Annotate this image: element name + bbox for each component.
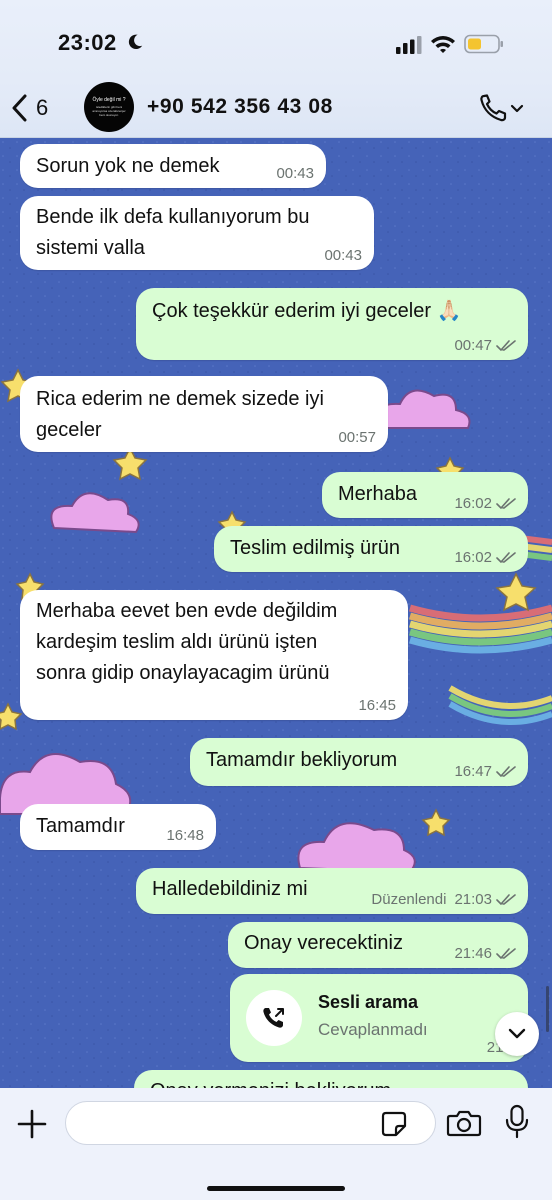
message-text: Onay verecektiniz [244,932,403,954]
message-bubble-outgoing[interactable]: Çok teşekkür ederim iyi geceler 🙏🏻 00:47 [136,288,528,360]
home-indicator [207,1186,345,1191]
message-text: Tamamdır [36,815,125,837]
message-time: 21:46 [454,945,516,962]
avatar-text: Öyle değil mi ? [92,97,126,103]
back-chevron-icon [12,94,27,122]
message-bubble-incoming[interactable]: Sorun yok ne demek 00:43 [20,144,326,188]
phone-icon [480,94,507,122]
outgoing-call-icon [263,1008,284,1028]
mic-icon[interactable] [504,1104,530,1140]
scrollbar[interactable] [546,986,549,1032]
message-time: 16:02 [454,549,516,566]
message-time: 00:57 [338,429,376,446]
status-time: 23:02 [58,30,117,55]
call-title: Sesli arama [318,992,419,1012]
moon-icon [128,34,143,50]
message-text: Bende ilk defa kullanıyorum bu sistemi v… [36,206,310,259]
message-time: 00:43 [324,247,362,264]
double-check-icon [496,947,516,959]
back-button[interactable]: 6 [10,92,48,124]
unread-count: 6 [36,95,49,120]
edited-label: Düzenlendi [371,891,447,908]
message-text: Merhaba [338,483,417,505]
voice-call-bubble[interactable]: Sesli arama Cevaplanmadı 21:5 [230,974,528,1062]
message-bubble-outgoing[interactable]: Tamamdır bekliyorum 16:47 [190,738,528,786]
chevron-down-icon [508,1028,526,1039]
message-bubble-outgoing[interactable]: Onay vermenizi bekliyorum [134,1070,528,1088]
message-text: Merhaba eevet ben evde değildim kardeşim… [36,600,338,684]
call-status: Cevaplanmadı [318,1020,428,1039]
call-icon-circle [246,990,302,1046]
message-time: 16:02 [454,495,516,512]
message-bubble-outgoing[interactable]: Halledebildiniz mi Düzenlendi 21:03 [136,868,528,914]
message-time: 16:47 [454,763,516,780]
message-time: 16:48 [166,827,204,844]
double-check-icon [496,551,516,563]
chat-area[interactable]: Sorun yok ne demek 00:43 Bende ilk defa … [0,138,552,1088]
double-check-icon [496,893,516,905]
avatar[interactable]: Öyle değil mi ? istediklerin gibi beni a… [84,82,134,132]
status-bar: 23:02 [0,0,552,80]
message-time: 16:45 [358,697,396,714]
message-bubble-incoming[interactable]: Bende ilk defa kullanıyorum bu sistemi v… [20,196,374,270]
chevron-down-icon [510,104,524,113]
double-check-icon [496,497,516,509]
signal-icon [396,36,422,54]
message-text: Sorun yok ne demek [36,155,220,177]
message-time: 00:47 [454,337,516,354]
contact-name[interactable]: +90 542 356 43 08 [147,95,333,119]
message-bubble-outgoing[interactable]: Teslim edilmiş ürün 16:02 [214,526,528,572]
message-time: 00:43 [276,165,314,182]
message-bubble-incoming[interactable]: Merhaba eevet ben evde değildim kardeşim… [20,590,408,720]
message-text: Teslim edilmiş ürün [230,537,401,559]
double-check-icon [496,339,516,351]
message-time: Düzenlendi 21:03 [371,891,516,908]
message-text: Halledebildiniz mi [152,878,308,900]
message-composer [0,1088,552,1200]
scroll-to-bottom-button[interactable] [495,1012,539,1056]
message-text: Onay vermenizi bekliyorum [150,1076,391,1088]
sticker-icon[interactable] [380,1110,408,1138]
double-check-icon [496,765,516,777]
avatar-subtext: istediklerin gibi beni amnuyorsa ozerafe… [92,105,126,117]
message-text: Tamamdır bekliyorum [206,749,398,771]
message-bubble-outgoing[interactable]: Onay verecektiniz 21:46 [228,922,528,968]
message-bubble-incoming[interactable]: Tamamdır 16:48 [20,804,216,850]
camera-icon[interactable] [446,1108,482,1138]
battery-icon [464,34,503,54]
message-bubble-incoming[interactable]: Rica ederim ne demek sizede iyi geceler … [20,376,388,452]
chat-header: 6 Öyle değil mi ? istediklerin gibi beni… [0,80,552,138]
call-button[interactable] [478,91,528,125]
plus-icon[interactable] [14,1106,50,1142]
message-text: Çok teşekkür ederim iyi geceler 🙏🏻 [152,300,462,322]
message-bubble-outgoing[interactable]: Merhaba 16:02 [322,472,528,518]
wifi-icon [431,36,455,53]
message-text: Rica ederim ne demek sizede iyi geceler [36,388,324,441]
